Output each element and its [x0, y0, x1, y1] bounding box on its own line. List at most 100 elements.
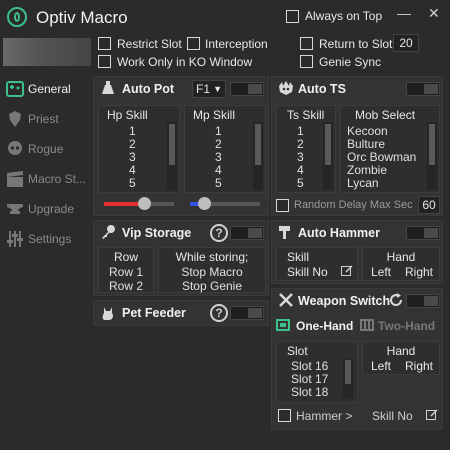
list-item[interactable]: 2 — [215, 137, 222, 151]
list-item[interactable]: 2 — [297, 137, 304, 151]
one-hand-tab[interactable]: One-Hand — [276, 317, 358, 335]
slot-list-scrollbar[interactable] — [343, 358, 353, 398]
list-item[interactable]: Row 2 — [99, 279, 153, 293]
list-item[interactable]: Slot 18 — [291, 385, 328, 399]
hp-skill-group: Hp Skill 1 2 3 4 5 — [98, 105, 180, 193]
return-to-slot-checkbox[interactable] — [300, 37, 313, 50]
auto-pot-toggle[interactable] — [230, 82, 264, 96]
help-icon[interactable]: ? — [210, 224, 228, 242]
restrict-slot-checkbox[interactable] — [98, 37, 111, 50]
skill-no-value[interactable]: Skill No — [372, 409, 413, 423]
interception-checkbox[interactable] — [187, 37, 200, 50]
random-delay-checkbox[interactable] — [276, 199, 289, 212]
one-hand-label: One-Hand — [296, 319, 354, 333]
weapon-switch-panel: Weapon Switch One-Hand Two-Hand Slot Slo… — [271, 288, 443, 430]
list-item[interactable]: 3 — [129, 150, 136, 164]
slider-thumb[interactable] — [138, 197, 151, 210]
list-item[interactable]: Stop Macro — [159, 265, 265, 279]
sidebar-item-label: Settings — [28, 232, 72, 246]
list-item[interactable]: 4 — [215, 163, 222, 177]
sidebar-item-label: Priest — [28, 112, 59, 126]
vip-storage-toggle[interactable] — [230, 226, 264, 240]
auto-hammer-panel: Auto Hammer Skill Skill No Hand Left Rig… — [271, 220, 443, 284]
random-delay-input[interactable]: 60 — [418, 196, 440, 214]
cat-icon — [100, 305, 116, 324]
genie-sync-checkbox[interactable] — [300, 55, 313, 68]
left-option[interactable]: Left — [371, 265, 391, 279]
hp-threshold-slider[interactable] — [104, 197, 174, 210]
pet-feeder-toggle[interactable] — [230, 306, 264, 320]
edit-icon[interactable] — [341, 265, 353, 280]
list-item[interactable]: 4 — [129, 163, 136, 177]
hotkey-value: F1 — [196, 82, 211, 96]
list-item[interactable]: 5 — [215, 176, 222, 190]
hammer-checkbox[interactable] — [278, 409, 291, 422]
sidebar-item-macro-studio[interactable]: Macro St... — [4, 166, 92, 192]
clapperboard-icon — [6, 170, 24, 188]
list-item[interactable]: 1 — [215, 124, 222, 138]
work-only-ko-checkbox[interactable] — [98, 55, 111, 68]
mob-list-scrollbar[interactable] — [427, 122, 437, 190]
list-item[interactable]: 1 — [129, 124, 136, 138]
left-option[interactable]: Left — [371, 359, 391, 373]
list-item[interactable]: Row 1 — [99, 265, 153, 279]
hp-skill-label: Hp Skill — [107, 108, 148, 122]
hammer-hand-group: Hand Left Right — [362, 247, 440, 281]
hammer-icon — [278, 224, 294, 243]
list-item[interactable]: Bulture — [347, 137, 385, 151]
right-option[interactable]: Right — [405, 359, 433, 373]
sidebar-item-settings[interactable]: Settings — [4, 226, 92, 252]
sidebar-item-upgrade[interactable]: Upgrade — [4, 196, 92, 222]
auto-ts-toggle[interactable] — [406, 82, 440, 96]
list-item[interactable]: Slot 16 — [291, 359, 328, 373]
list-item[interactable]: Slot 17 — [291, 372, 328, 386]
edit-icon[interactable] — [426, 409, 438, 424]
slider-thumb[interactable] — [198, 197, 211, 210]
list-item[interactable]: 3 — [215, 150, 222, 164]
app-logo-icon — [7, 7, 27, 27]
refresh-icon[interactable] — [388, 292, 404, 311]
ts-list-scrollbar[interactable] — [323, 122, 333, 190]
list-item[interactable]: Zombie — [347, 163, 387, 177]
return-to-slot-input[interactable]: 20 — [393, 34, 419, 52]
list-item[interactable]: Lycan — [347, 176, 379, 190]
list-item[interactable]: 4 — [297, 163, 304, 177]
list-item[interactable]: 5 — [297, 176, 304, 190]
two-hand-label: Two-Hand — [378, 319, 436, 333]
hotkey-dropdown[interactable]: F1 ▼ — [192, 80, 226, 98]
list-item[interactable]: 1 — [297, 124, 304, 138]
while-storing-group: While storing; Stop Macro Stop Genie — [158, 247, 266, 293]
hp-list-scrollbar[interactable] — [167, 122, 177, 190]
list-item[interactable]: 2 — [129, 137, 136, 151]
sidebar-item-priest[interactable]: Priest — [4, 106, 92, 132]
list-item[interactable]: Kecoon — [347, 124, 388, 138]
mp-skill-group: Mp Skill 1 2 3 4 5 — [184, 105, 266, 193]
mp-list-scrollbar[interactable] — [253, 122, 263, 190]
vip-storage-title: Vip Storage — [122, 226, 192, 240]
weapon-switch-toggle[interactable] — [406, 294, 440, 308]
sidebar-item-rogue[interactable]: Rogue — [4, 136, 92, 162]
close-button[interactable]: ✕ — [428, 5, 440, 22]
sidebar-item-label: Macro St... — [28, 172, 87, 186]
weapon-hand-group: Hand Left Right — [362, 341, 440, 375]
pet-feeder-title: Pet Feeder — [122, 306, 186, 320]
ts-skill-label: Ts Skill — [287, 108, 325, 122]
right-option[interactable]: Right — [405, 265, 433, 279]
list-item[interactable]: 5 — [129, 176, 136, 190]
always-on-top-checkbox[interactable] — [286, 10, 299, 23]
vip-storage-panel: Vip Storage ? Row Row 1 Row 2 While stor… — [93, 220, 269, 296]
list-item[interactable]: 3 — [297, 150, 304, 164]
auto-hammer-toggle[interactable] — [406, 226, 440, 240]
minimize-button[interactable]: — — [397, 5, 411, 21]
always-on-top-label: Always on Top — [305, 9, 383, 23]
pet-feeder-panel: Pet Feeder ? — [93, 300, 269, 326]
mp-threshold-slider[interactable] — [190, 197, 260, 210]
mob-select-group: Mob Select Kecoon Bulture Orc Bowman Zom… — [340, 105, 440, 193]
two-hand-tab[interactable]: Two-Hand — [360, 317, 442, 335]
hammer-skill-group: Skill Skill No — [276, 247, 358, 281]
sidebar-item-general[interactable]: General — [4, 76, 92, 102]
list-item[interactable]: Stop Genie — [159, 279, 265, 293]
skill-value[interactable]: Skill No — [287, 265, 328, 279]
help-icon[interactable]: ? — [210, 304, 228, 322]
list-item[interactable]: Orc Bowman — [347, 150, 416, 164]
